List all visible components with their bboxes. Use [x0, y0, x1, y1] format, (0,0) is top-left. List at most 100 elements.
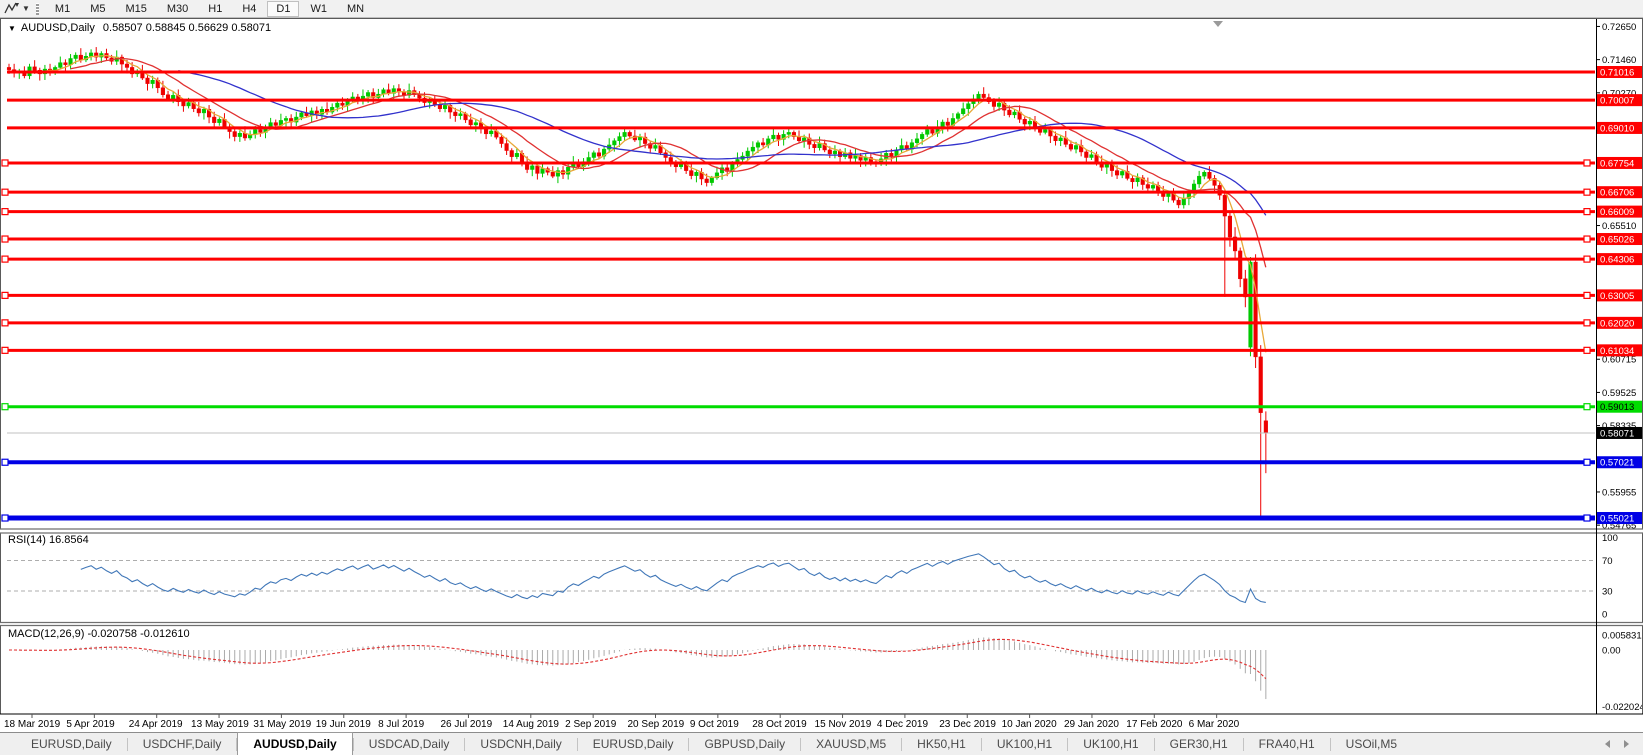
price-tag: 0.66706 [1597, 186, 1642, 199]
line-handle [2, 256, 8, 262]
price-tag: 0.55021 [1597, 512, 1642, 525]
price-tag: 0.62020 [1597, 317, 1642, 330]
chart-tab-bar: EURUSD,DailyUSDCHF,DailyAUDUSD,DailyUSDC… [0, 732, 1643, 755]
chart-tab-fra40-h1[interactable]: FRA40,H1 [1244, 734, 1330, 755]
date-label: 15 Nov 2019 [815, 719, 872, 730]
tab-scroll-left-icon[interactable] [1605, 740, 1610, 748]
price-tag: 0.57021 [1597, 456, 1642, 469]
chart-canvas[interactable]: 0.726500.714600.702700.655100.607150.595… [0, 18, 1643, 732]
svg-text:0.66706: 0.66706 [1600, 188, 1634, 199]
price-axis-label: 0.55955 [1602, 487, 1636, 498]
chart-tab-usdcnh-daily[interactable]: USDCNH,Daily [465, 734, 576, 755]
macd-axis-label: 0.00 [1602, 646, 1621, 657]
svg-text:0.70007: 0.70007 [1600, 96, 1634, 107]
chart-tab-uk100-h1[interactable]: UK100,H1 [1068, 734, 1153, 755]
line-handle [2, 189, 8, 195]
chart-tab-eurusd-daily[interactable]: EURUSD,Daily [16, 734, 127, 755]
chart-tab-usdcad-daily[interactable]: USDCAD,Daily [354, 734, 465, 755]
svg-text:0.64306: 0.64306 [1600, 255, 1634, 266]
rsi-axis-label: 70 [1602, 556, 1613, 567]
chevron-down-icon[interactable]: ▼ [22, 4, 30, 13]
price-axis-label: 0.59525 [1602, 388, 1636, 399]
price-tag: 0.71016 [1597, 66, 1642, 79]
svg-text:0.58071: 0.58071 [1600, 428, 1634, 439]
date-label: 14 Aug 2019 [503, 719, 560, 730]
date-label: 23 Dec 2019 [939, 719, 996, 730]
svg-text:0.71016: 0.71016 [1600, 68, 1634, 79]
price-tag: 0.61034 [1597, 344, 1642, 357]
line-handle [2, 347, 8, 353]
date-label: 26 Jul 2019 [440, 719, 492, 730]
chart-tab-ger30-h1[interactable]: GER30,H1 [1155, 734, 1243, 755]
line-handle [1584, 515, 1590, 521]
date-label: 8 Jul 2019 [378, 719, 425, 730]
date-label: 6 Mar 2020 [1189, 719, 1240, 730]
timeframe-button-m5[interactable]: M5 [81, 1, 114, 17]
line-handle [2, 320, 8, 326]
price-tag: 0.64306 [1597, 253, 1642, 266]
chart-title: ▼AUDUSD,Daily0.58507 0.58845 0.56629 0.5… [8, 22, 271, 34]
line-handle [2, 515, 8, 521]
svg-text:0.69010: 0.69010 [1600, 123, 1634, 134]
timeframe-button-m15[interactable]: M15 [116, 1, 155, 17]
chart-tab-usoil-m5[interactable]: USOil,M5 [1331, 734, 1412, 755]
price-tag: 0.65026 [1597, 233, 1642, 246]
line-handle [2, 292, 8, 298]
rsi-axis-label: 0 [1602, 610, 1607, 621]
price-tag: 0.63005 [1597, 289, 1642, 302]
rsi-axis-label: 30 [1602, 587, 1613, 598]
date-label: 2 Sep 2019 [565, 719, 617, 730]
date-label: 5 Apr 2019 [66, 719, 115, 730]
macd-axis-label: 0.005831 [1602, 631, 1642, 642]
line-handle [1584, 189, 1590, 195]
rsi-indicator-label: RSI(14) 16.8564 [8, 534, 89, 546]
price-tag: 0.67754 [1597, 157, 1642, 170]
support-line[interactable] [2, 515, 1595, 521]
chart-symbol-label: AUDUSD,Daily [21, 22, 95, 34]
line-handle [1584, 256, 1590, 262]
line-study-icon[interactable] [2, 2, 22, 16]
price-axis-label: 0.71460 [1602, 55, 1636, 66]
timeframe-button-d1[interactable]: D1 [267, 1, 299, 17]
toolbar-grip-handle[interactable] [36, 3, 39, 15]
price-tag: 0.69010 [1597, 122, 1642, 135]
svg-text:0.59013: 0.59013 [1600, 402, 1634, 413]
line-handle [1584, 160, 1590, 166]
chart-tab-uk100-h1[interactable]: UK100,H1 [982, 734, 1067, 755]
line-handle [2, 209, 8, 215]
timeframe-button-w1[interactable]: W1 [301, 1, 336, 17]
date-label: 28 Oct 2019 [752, 719, 807, 730]
date-label: 24 Apr 2019 [129, 719, 183, 730]
svg-text:0.66009: 0.66009 [1600, 207, 1634, 218]
chart-collapse-icon[interactable]: ▼ [8, 24, 16, 33]
svg-text:0.55021: 0.55021 [1600, 514, 1634, 525]
chart-tab-audusd-daily[interactable]: AUDUSD,Daily [237, 732, 352, 755]
svg-text:0.65026: 0.65026 [1600, 235, 1634, 246]
line-handle [2, 160, 8, 166]
price-axis-label: 0.72650 [1602, 22, 1636, 33]
price-tag: 0.58071 [1597, 427, 1642, 440]
tab-scroll-right-icon[interactable] [1624, 740, 1629, 748]
chart-tab-xauusd-m5[interactable]: XAUUSD,M5 [801, 734, 901, 755]
timeframe-toolbar: ▼ M1M5M15M30H1H4D1W1MN [0, 0, 1643, 18]
chart-tab-eurusd-daily[interactable]: EURUSD,Daily [578, 734, 689, 755]
line-handle [2, 459, 8, 465]
price-tag: 0.59013 [1597, 401, 1642, 414]
timeframe-button-mn[interactable]: MN [338, 1, 373, 17]
price-tag: 0.70007 [1597, 94, 1642, 107]
chart-tab-usdchf-daily[interactable]: USDCHF,Daily [128, 734, 237, 755]
timeframe-button-m30[interactable]: M30 [158, 1, 197, 17]
chart-tab-hk50-h1[interactable]: HK50,H1 [902, 734, 981, 755]
line-handle [1584, 459, 1590, 465]
timeframe-button-m1[interactable]: M1 [46, 1, 79, 17]
line-handle [2, 236, 8, 242]
line-handle [1584, 404, 1590, 410]
trading-terminal-window: ▼ M1M5M15M30H1H4D1W1MN 0.72650 0.71460 0.7… [0, 0, 1643, 755]
timeframe-button-h4[interactable]: H4 [233, 1, 265, 17]
date-label: 4 Dec 2019 [877, 719, 929, 730]
macd-indicator-label: MACD(12,26,9) -0.020758 -0.012610 [8, 628, 190, 640]
chart-tab-gbpusd-daily[interactable]: GBPUSD,Daily [689, 734, 800, 755]
date-label: 17 Feb 2020 [1126, 719, 1183, 730]
timeframe-button-h1[interactable]: H1 [199, 1, 231, 17]
date-label: 31 May 2019 [253, 719, 311, 730]
